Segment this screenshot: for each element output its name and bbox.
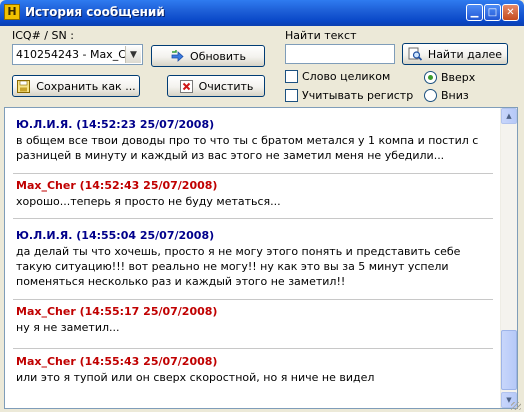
message-text: или это я тупой или он сверх скоростной,… [16, 371, 375, 384]
message-separator [13, 218, 493, 219]
search-label: Найти текст [285, 29, 357, 42]
icq-label: ICQ# / SN : [12, 29, 74, 42]
resize-grip[interactable] [511, 402, 521, 410]
message-header: Max_Cher (14:55:17 25/07/2008) [16, 305, 218, 318]
message-header: Ю.Л.И.Я. (14:52:23 25/07/2008) [16, 118, 215, 131]
message-text: хорошо...теперь я просто не буду метатьс… [16, 195, 281, 208]
message-text: ну я не заметил... [16, 321, 120, 334]
message-separator [13, 173, 493, 174]
scroll-up-button[interactable]: ▲ [501, 108, 517, 124]
app-icon: H [4, 4, 20, 20]
save-icon [16, 79, 31, 94]
title-bar[interactable]: H История сообщений ▁ □ ✕ [0, 0, 524, 26]
find-next-label: Найти далее [427, 47, 503, 61]
save-as-label: Сохранить как ... [36, 79, 136, 93]
close-icon: ✕ [506, 7, 515, 18]
clear-button[interactable]: Очистить [167, 75, 265, 97]
vertical-scrollbar[interactable]: ▲ ▼ [500, 108, 517, 408]
contact-select-value: 410254243 - Max_Cher [16, 48, 126, 61]
direction-up-radio[interactable] [424, 71, 437, 84]
match-case-label: Учитывать регистр [302, 89, 414, 102]
message-header: Max_Cher (14:52:43 25/07/2008) [16, 179, 218, 192]
refresh-icon [170, 49, 185, 64]
direction-down-radio[interactable] [424, 89, 437, 102]
message-text: в общем все твои доводы про то что ты с … [16, 134, 479, 162]
contact-select[interactable]: 410254243 - Max_Cher ▼ [12, 44, 143, 65]
minimize-icon: ▁ [470, 7, 479, 18]
message-separator [13, 299, 493, 300]
close-button[interactable]: ✕ [502, 4, 519, 21]
search-input[interactable] [285, 44, 395, 64]
search-icon [408, 47, 423, 62]
message-header: Ю.Л.И.Я. (14:55:04 25/07/2008) [16, 229, 215, 242]
refresh-label: Обновить [190, 49, 246, 63]
match-case-checkbox[interactable] [285, 89, 298, 102]
direction-down-label: Вниз [441, 89, 469, 102]
refresh-button[interactable]: Обновить [151, 45, 265, 67]
whole-word-label: Слово целиком [302, 70, 391, 83]
clear-label: Очистить [198, 79, 254, 93]
direction-up-label: Вверх [441, 71, 476, 84]
message-text: да делай ты что хочешь, просто я не могу… [16, 245, 461, 288]
message-separator [13, 348, 493, 349]
window-title: История сообщений [25, 5, 165, 19]
chevron-down-icon[interactable]: ▼ [125, 46, 141, 63]
chevron-up-icon: ▲ [506, 112, 512, 120]
scroll-thumb[interactable] [501, 330, 517, 390]
message-header: Max_Cher (14:55:43 25/07/2008) [16, 355, 218, 368]
maximize-button[interactable]: □ [484, 4, 501, 21]
maximize-icon: □ [487, 7, 498, 18]
find-next-button[interactable]: Найти далее [402, 43, 508, 65]
save-as-button[interactable]: Сохранить как ... [12, 75, 140, 97]
whole-word-checkbox[interactable] [285, 70, 298, 83]
clear-icon [179, 79, 194, 94]
minimize-button[interactable]: ▁ [466, 4, 483, 21]
message-history[interactable]: Ю.Л.И.Я. (14:52:23 25/07/2008) в общем в… [4, 107, 518, 409]
